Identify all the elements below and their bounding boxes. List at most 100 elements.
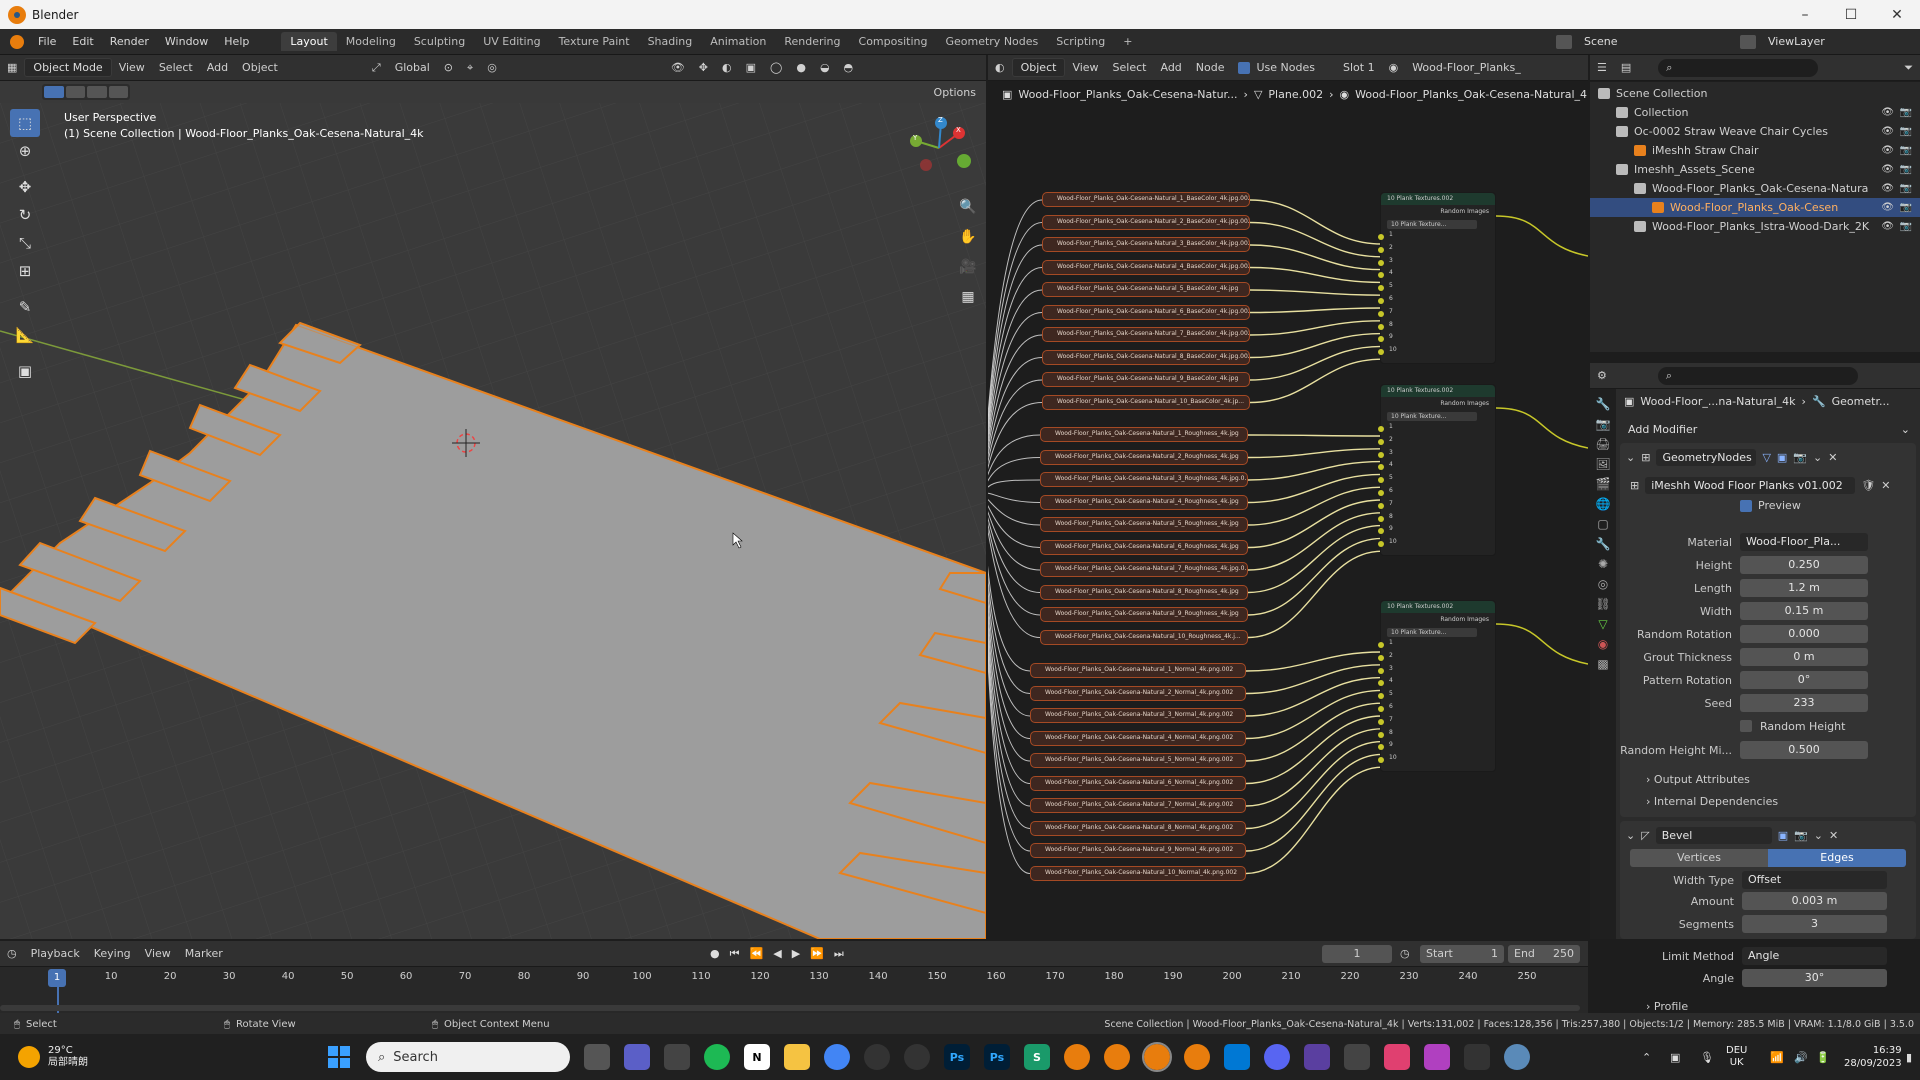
grid-view-icon[interactable]: ▦: [956, 289, 980, 313]
task-view-icon[interactable]: [584, 1044, 610, 1070]
output-tab-icon[interactable]: 🖨: [1595, 437, 1610, 451]
outliner-row[interactable]: Oc-0002 Straw Weave Chair Cycles 👁 📷: [1590, 122, 1920, 141]
material-name[interactable]: Wood-Floor_Planks_: [1405, 61, 1528, 74]
menu-help[interactable]: Help: [216, 35, 257, 48]
outliner-row[interactable]: iMeshh Straw Chair 👁 📷: [1590, 141, 1920, 160]
properties-type-icon[interactable]: ⚙: [1590, 369, 1614, 382]
world-tab-icon[interactable]: 🌐: [1596, 497, 1611, 511]
image-texture-node[interactable]: Wood-Floor_Planks_Oak-Cesena-Natural_4_N…: [1030, 730, 1246, 746]
material-tab-icon[interactable]: ◉: [1598, 637, 1608, 651]
close-icon[interactable]: ✕: [1881, 479, 1890, 492]
discord-icon[interactable]: [1264, 1044, 1290, 1070]
node-group-field[interactable]: iMeshh Wood Floor Planks v01.002: [1645, 476, 1856, 494]
close-button[interactable]: ✕: [1874, 0, 1920, 29]
tab-uv-editing[interactable]: UV Editing: [474, 32, 549, 51]
bevel-property-field[interactable]: Angle: [1742, 947, 1887, 965]
timeline-view-menu[interactable]: View: [138, 947, 178, 960]
node-tree-icon[interactable]: ⊞: [1630, 479, 1639, 492]
image-texture-node[interactable]: Wood-Floor_Planks_Oak-Cesena-Natural_7_N…: [1030, 798, 1246, 813]
dropdown-icon[interactable]: ⌄: [1814, 829, 1823, 842]
visibility-eye-icon[interactable]: 👁: [1881, 202, 1894, 213]
image-texture-node[interactable]: Wood-Floor_Planks_Oak-Cesena-Natural_1_N…: [1030, 663, 1246, 678]
property-field[interactable]: 0.500: [1740, 741, 1868, 759]
image-texture-node[interactable]: Wood-Floor_Planks_Oak-Cesena-Natural_4_B…: [1042, 259, 1250, 275]
scene-tab-icon[interactable]: 🎬: [1596, 477, 1611, 491]
end-frame-field[interactable]: End 250: [1508, 944, 1580, 963]
particles-tab-icon[interactable]: ✺: [1598, 557, 1608, 571]
tab-layout[interactable]: Layout: [281, 32, 337, 51]
outliner-row[interactable]: Scene Collection: [1590, 84, 1920, 103]
viewport-menu-select[interactable]: Select: [152, 61, 200, 74]
image-texture-node[interactable]: Wood-Floor_Planks_Oak-Cesena-Natural_6_R…: [1040, 539, 1248, 555]
internal-dependencies-section[interactable]: › Internal Dependencies: [1646, 795, 1778, 808]
wifi-icon[interactable]: 📶: [1770, 1051, 1784, 1064]
image-texture-node[interactable]: Wood-Floor_Planks_Oak-Cesena-Natural_5_N…: [1030, 753, 1246, 768]
data-tab-icon[interactable]: ▽: [1598, 617, 1607, 631]
taskbar-search[interactable]: ⌕ Search: [366, 1042, 570, 1072]
app-pink-icon[interactable]: [1384, 1044, 1410, 1070]
tab-scripting[interactable]: Scripting: [1047, 32, 1114, 51]
group-node-input[interactable]: 10 Plank Texture...: [1387, 412, 1477, 421]
gn-modifier-name[interactable]: GeometryNodes: [1656, 448, 1757, 466]
bevel-modifier-name[interactable]: Bevel: [1655, 826, 1772, 844]
modifier-tab-icon[interactable]: 🔧: [1596, 537, 1611, 551]
snap-icon[interactable]: ⌖: [460, 61, 480, 75]
image-texture-node[interactable]: Wood-Floor_Planks_Oak-Cesena-Natural_3_B…: [1042, 237, 1250, 252]
texture-tab-icon[interactable]: ▩: [1597, 657, 1608, 671]
profile-section[interactable]: › Profile: [1646, 1000, 1688, 1013]
marker-menu[interactable]: Marker: [178, 947, 230, 960]
object-tab-icon[interactable]: ▢: [1597, 517, 1608, 531]
render-camera-icon[interactable]: 📷: [1900, 202, 1912, 213]
blender-active-icon[interactable]: [1142, 1042, 1172, 1072]
playhead[interactable]: 1: [48, 969, 66, 987]
output-attributes-section[interactable]: › Output Attributes: [1646, 773, 1750, 786]
outliner-row[interactable]: Wood-Floor_Planks_Oak-Cesena-Natura 👁 📷: [1590, 179, 1920, 198]
app-purple-icon[interactable]: [1424, 1044, 1450, 1070]
chrome-icon[interactable]: [824, 1044, 850, 1070]
image-texture-node[interactable]: Wood-Floor_Planks_Oak-Cesena-Natural_1_B…: [1042, 192, 1250, 207]
image-texture-node[interactable]: Wood-Floor_Planks_Oak-Cesena-Natural_2_N…: [1030, 685, 1246, 701]
image-texture-node[interactable]: Wood-Floor_Planks_Oak-Cesena-Natural_6_N…: [1030, 775, 1246, 791]
selection-mode-buttons[interactable]: [42, 84, 130, 100]
menu-render[interactable]: Render: [102, 35, 157, 48]
image-texture-node[interactable]: Wood-Floor_Planks_Oak-Cesena-Natural_5_B…: [1042, 282, 1250, 297]
render-camera-icon[interactable]: 📷: [1900, 145, 1912, 156]
weather-sun-icon[interactable]: [18, 1046, 40, 1068]
plank-textures-group-node[interactable]: 10 Plank Textures.002 Random Images 10 Pla…: [1378, 384, 1496, 556]
photoshop-icon[interactable]: Ps: [944, 1044, 970, 1070]
properties-search-input[interactable]: ⌕: [1657, 366, 1858, 385]
use-nodes-checkbox[interactable]: [1237, 61, 1250, 74]
editor-type-icon[interactable]: ▦: [0, 61, 24, 74]
property-field[interactable]: 1.2 m: [1740, 579, 1868, 597]
menu-edit[interactable]: Edit: [64, 35, 101, 48]
viewport-menu-object[interactable]: Object: [235, 61, 285, 74]
chrome-beta-icon[interactable]: [904, 1044, 930, 1070]
image-texture-node[interactable]: Wood-Floor_Planks_Oak-Cesena-Natural_7_B…: [1042, 327, 1250, 342]
transform-tool-icon[interactable]: ⊞: [10, 257, 40, 285]
teams-icon[interactable]: [624, 1044, 650, 1070]
blender-menu-icon[interactable]: [10, 34, 24, 49]
visibility-eye-icon[interactable]: 👁: [1881, 221, 1894, 232]
app-s-icon[interactable]: S: [1024, 1044, 1050, 1070]
settings-icon[interactable]: [1504, 1044, 1530, 1070]
tab-geometry-nodes[interactable]: Geometry Nodes: [936, 32, 1047, 51]
bevel-property-field[interactable]: Offset: [1742, 871, 1887, 889]
current-frame-field[interactable]: 1: [1322, 944, 1392, 963]
render-toggle-icon[interactable]: 📷: [1794, 829, 1808, 842]
proportional-edit-icon[interactable]: ◎: [480, 61, 504, 74]
tab-edges[interactable]: Edges: [1768, 849, 1906, 867]
remove-modifier-icon[interactable]: ✕: [1828, 451, 1837, 464]
battery-icon[interactable]: 🔋: [1816, 1051, 1830, 1064]
property-field[interactable]: 233: [1740, 694, 1868, 712]
mode-select[interactable]: Object Mode: [24, 58, 112, 77]
viewport-toggle-icon[interactable]: ▣: [1778, 829, 1788, 842]
menu-file[interactable]: File: [30, 35, 64, 48]
image-texture-node[interactable]: Wood-Floor_Planks_Oak-Cesena-Natural_8_B…: [1042, 349, 1250, 365]
outliner-search-input[interactable]: ⌕: [1658, 58, 1819, 77]
outliner-row[interactable]: Imeshh_Assets_Scene 👁 📷: [1590, 160, 1920, 179]
render-tab-icon[interactable]: 📷: [1596, 417, 1611, 431]
node-object-select[interactable]: Object: [1011, 58, 1066, 77]
pivot-icon[interactable]: ⊙: [437, 61, 460, 74]
menu-window[interactable]: Window: [157, 35, 216, 48]
scale-tool-icon[interactable]: ⤡: [10, 229, 40, 257]
